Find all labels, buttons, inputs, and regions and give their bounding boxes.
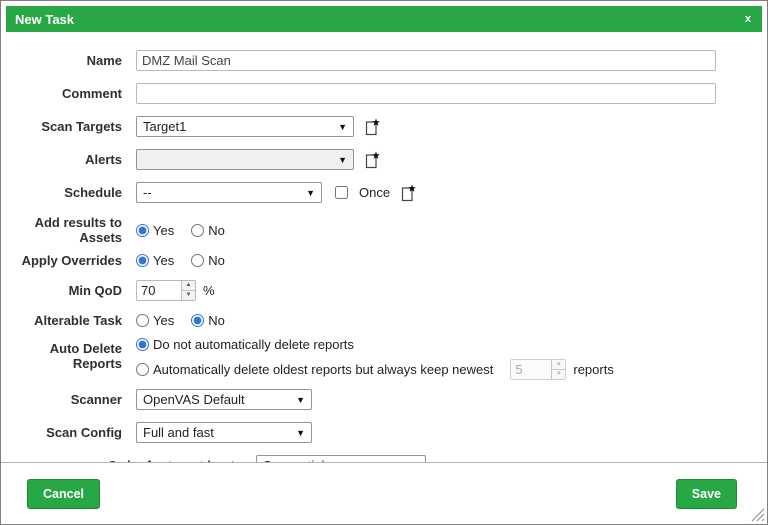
radio-label: No [208,313,225,328]
new-target-icon[interactable] [364,118,381,136]
chevron-down-icon: ▼ [306,188,315,198]
scan-config-label: Scan Config [1,422,136,440]
alterable-yes-option[interactable]: Yes [136,313,174,328]
min-qod-unit: % [203,283,215,298]
auto-delete-oldest-option[interactable]: Automatically delete oldest reports but … [136,362,493,377]
comment-row: Comment [1,83,767,104]
keep-reports-spinner[interactable]: ▲ ▼ [510,359,566,380]
radio-label: Yes [153,313,174,328]
schedule-row: Schedule -- ▼ Once [1,182,767,203]
alterable-task-row: Alterable Task Yes No [1,313,767,328]
scanner-value: OpenVAS Default [143,392,245,407]
alerts-row: Alerts ▼ [1,149,767,170]
scan-config-value: Full and fast [143,425,214,440]
name-row: Name [1,50,767,71]
dialog-footer: Cancel Save [1,462,767,524]
min-qod-spinner[interactable]: ▲ ▼ [136,280,196,301]
schedule-value: -- [143,185,152,200]
spin-down-icon[interactable]: ▼ [182,291,195,300]
apply-overrides-yes-radio[interactable] [136,254,149,267]
alterable-no-option[interactable]: No [191,313,225,328]
apply-overrides-no-radio[interactable] [191,254,204,267]
auto-delete-row: Auto Delete Reports Do not automatically… [1,337,767,380]
apply-overrides-yes-option[interactable]: Yes [136,253,174,268]
scanner-select[interactable]: OpenVAS Default ▼ [136,389,312,410]
dialog-title: New Task [15,12,74,27]
close-icon[interactable]: x [743,13,753,25]
radio-label: Automatically delete oldest reports but … [153,362,493,377]
cancel-button[interactable]: Cancel [27,479,100,509]
new-schedule-icon[interactable] [400,184,417,202]
add-results-yes-option[interactable]: Yes [136,223,174,238]
chevron-down-icon: ▼ [296,428,305,438]
min-qod-row: Min QoD ▲ ▼ % [1,280,767,301]
chevron-down-icon: ▼ [296,395,305,405]
new-task-dialog: New Task x Name Comment Scan Targets Tar… [0,0,768,525]
min-qod-label: Min QoD [1,280,136,298]
resize-handle-icon[interactable] [751,508,765,522]
alterable-yes-radio[interactable] [136,314,149,327]
radio-label: Yes [153,223,174,238]
schedule-label: Schedule [1,182,136,200]
chevron-down-icon: ▼ [338,122,347,132]
dialog-content: Name Comment Scan Targets Target1 ▼ [1,32,767,464]
scan-config-select[interactable]: Full and fast ▼ [136,422,312,443]
apply-overrides-row: Apply Overrides Yes No [1,253,767,268]
chevron-down-icon: ▼ [338,155,347,165]
auto-delete-keep-radio[interactable] [136,338,149,351]
spin-up-icon[interactable]: ▲ [182,281,195,291]
spin-up-icon[interactable]: ▲ [552,360,565,370]
once-checkbox[interactable] [335,186,348,199]
scan-config-row: Scan Config Full and fast ▼ [1,422,767,443]
auto-delete-keep-option[interactable]: Do not automatically delete reports [136,337,354,352]
apply-overrides-label: Apply Overrides [1,253,136,268]
add-results-yes-radio[interactable] [136,224,149,237]
name-input[interactable] [136,50,716,71]
apply-overrides-no-option[interactable]: No [191,253,225,268]
scan-targets-label: Scan Targets [1,116,136,134]
scan-targets-row: Scan Targets Target1 ▼ [1,116,767,137]
add-results-label: Add results to Assets [1,215,136,245]
alterable-task-label: Alterable Task [1,313,136,328]
save-button[interactable]: Save [676,479,737,509]
schedule-select[interactable]: -- ▼ [136,182,322,203]
spin-down-icon[interactable]: ▼ [552,370,565,379]
comment-label: Comment [1,83,136,101]
add-results-row: Add results to Assets Yes No [1,215,767,245]
radio-label: No [208,253,225,268]
comment-input[interactable] [136,83,716,104]
scanner-label: Scanner [1,389,136,407]
radio-label: Yes [153,253,174,268]
alerts-label: Alerts [1,149,136,167]
add-results-no-option[interactable]: No [191,223,225,238]
min-qod-input[interactable] [137,281,181,300]
add-results-no-radio[interactable] [191,224,204,237]
keep-reports-suffix: reports [573,362,613,377]
name-label: Name [1,50,136,68]
alterable-no-radio[interactable] [191,314,204,327]
radio-label: No [208,223,225,238]
auto-delete-oldest-radio[interactable] [136,363,149,376]
new-alert-icon[interactable] [364,151,381,169]
alerts-select[interactable]: ▼ [136,149,354,170]
scan-targets-select[interactable]: Target1 ▼ [136,116,354,137]
auto-delete-label: Auto Delete Reports [1,337,136,371]
once-label: Once [359,185,390,200]
scan-targets-value: Target1 [143,119,186,134]
keep-reports-input[interactable] [511,360,551,379]
scanner-row: Scanner OpenVAS Default ▼ [1,389,767,410]
dialog-titlebar: New Task x [6,6,762,32]
radio-label: Do not automatically delete reports [153,337,354,352]
